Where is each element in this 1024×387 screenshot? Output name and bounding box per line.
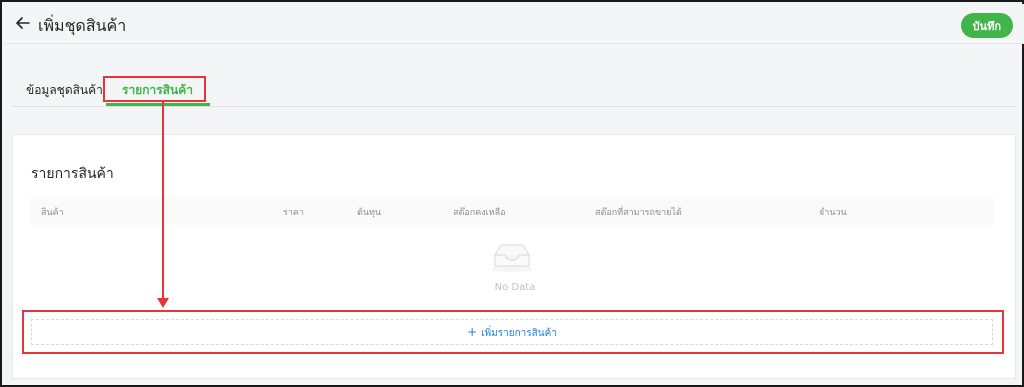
column-header-price: ราคา bbox=[283, 208, 304, 218]
app-window: เพิ่มชุดสินค้า บันทึก ข้อมูลชุดสินค้า รา… bbox=[0, 0, 1024, 387]
column-header-cost: ต้นทุน bbox=[357, 208, 382, 218]
tab-bundle-info[interactable]: ข้อมูลชุดสินค้า bbox=[26, 81, 103, 100]
empty-inbox-icon bbox=[489, 241, 535, 273]
column-header-product: สินค้า bbox=[41, 208, 64, 218]
active-tab-indicator bbox=[106, 103, 210, 106]
annotation-highlight-add-button bbox=[22, 310, 1004, 354]
column-header-quantity: จำนวน bbox=[819, 208, 847, 218]
table-header: สินค้า ราคา ต้นทุน สต๊อกคงเหลือ สต๊อกที่… bbox=[31, 197, 993, 225]
annotation-arrow-head-icon bbox=[157, 298, 169, 308]
section-title: รายการสินค้า bbox=[31, 166, 114, 182]
page-title: เพิ่มชุดสินค้า bbox=[38, 16, 127, 35]
column-header-stock-remaining: สต๊อกคงเหลือ bbox=[453, 208, 506, 218]
column-header-stock-available: สต๊อกที่สามารถขายได้ bbox=[595, 208, 682, 218]
annotation-highlight-tab bbox=[103, 76, 206, 102]
save-button[interactable]: บันทึก bbox=[960, 13, 1013, 38]
annotation-arrow-line bbox=[162, 102, 164, 300]
arrow-left-icon[interactable] bbox=[14, 14, 32, 32]
page-header: เพิ่มชุดสินค้า บันทึก bbox=[4, 4, 1024, 44]
